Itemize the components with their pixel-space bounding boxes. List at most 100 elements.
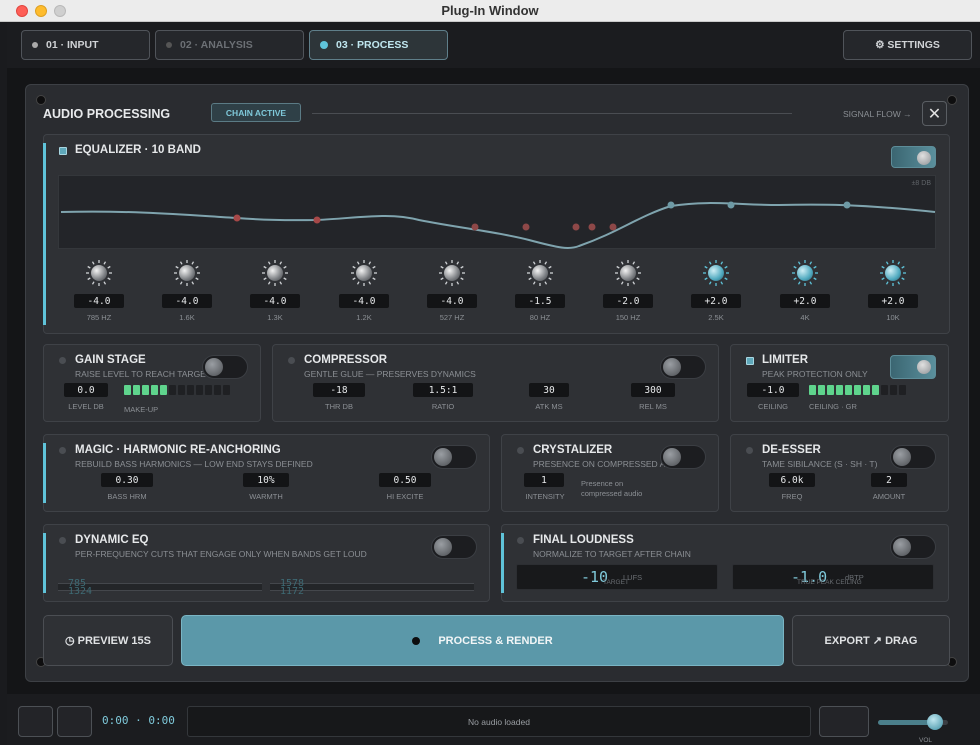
eq-band-knob[interactable] [438,259,466,287]
warmth-input[interactable]: 10% [243,473,289,487]
gain-stage-module: GAIN STAGE RAISE LEVEL TO REACH TARGET L… [43,344,261,422]
tab-input[interactable]: 01 · INPUT [21,30,150,60]
compressor-threshold-input[interactable]: -18 [313,383,365,397]
loudness-title: FINAL LOUDNESS [533,534,634,546]
eq-curve-graph[interactable]: ±8 DB [58,175,936,249]
deesser-amount-input[interactable]: 2 [871,473,907,487]
meter-segment [836,385,843,395]
knob-cap [620,265,636,281]
crystalizer-module: CRYSTALIZER PRESENCE ON COMPRESSED AUDIO… [501,434,719,512]
preview-button[interactable]: ◷ PREVIEW 15S [43,615,173,666]
process-render-label: PROCESS & RENDER [438,634,553,647]
limiter-meter-label: CEILING · GR [809,402,857,411]
transport-button[interactable] [18,706,53,737]
meter-segment [827,385,834,395]
eq-band-label: 2.5K [708,313,724,322]
tab-status-icon [320,41,328,49]
meter-segment [845,385,852,395]
eq-band-knob[interactable] [526,259,554,287]
eq-band-value[interactable]: +2.0 [780,294,830,308]
meter-segment [160,385,167,395]
magic-toggle[interactable] [431,445,477,469]
meter-segment [818,385,825,395]
plugin-app: 01 · INPUT 02 · ANALYSIS 03 · PROCESS ⚙ … [7,22,980,745]
gain-status-led [59,357,66,364]
eq-enable-toggle[interactable] [891,146,936,168]
window-title: Plug-In Window [441,3,539,18]
harmonic-reanchoring-module: MAGIC · HARMONIC RE-ANCHORING REBUILD BA… [43,434,490,512]
toggle-knob [663,448,681,466]
close-panel-button[interactable]: ✕ [922,101,947,126]
transport-button[interactable] [819,706,869,737]
magic-subtitle: REBUILD BASS HARMONICS — LOW END STAYS D… [75,459,313,469]
compressor-ratio-input[interactable]: 1.5:1 [413,383,473,397]
export-drag-button[interactable]: EXPORT ↗ DRAG [792,615,950,666]
compressor-status-led [288,357,295,364]
deesser-frequency-input[interactable]: 6.0k [769,473,815,487]
eq-band-knob[interactable] [350,259,378,287]
eq-enabled-checkbox[interactable] [59,147,67,155]
dyneq-subtitle: PER-FREQUENCY CUTS THAT ENGAGE ONLY WHEN… [75,549,367,559]
limiter-ceiling-label: CEILING [757,402,788,411]
dyneq-toggle[interactable] [431,535,477,559]
eq-band-label: 80 HZ [529,313,551,322]
true-peak-field[interactable]: -1.0 dBTP TRUE PEAK CEILING [732,564,934,590]
signal-flow-label: SIGNAL FLOW → [843,109,912,119]
compressor-release-input[interactable]: 300 [631,383,675,397]
toggle-knob [434,538,452,556]
settings-button[interactable]: ⚙ SETTINGS [843,30,972,60]
eq-band-value[interactable]: +2.0 [868,294,918,308]
crystalizer-note-line: Presence on [581,479,624,488]
eq-band-value[interactable]: -1.5 [515,294,565,308]
meter-segment [142,385,149,395]
meter-segment [178,385,185,395]
tab-label: 03 · PROCESS [336,39,409,51]
compressor-toggle[interactable] [660,355,706,379]
target-lufs-caption: TARGET [603,579,629,586]
magic-status-led [59,447,66,454]
hi-excite-input[interactable]: 0.50 [379,473,431,487]
eq-band-knob[interactable] [614,259,642,287]
eq-band-value[interactable]: +2.0 [691,294,741,308]
gain-level-input[interactable]: 0.0 [64,383,108,397]
eq-band-value[interactable]: -4.0 [250,294,300,308]
volume-knob[interactable] [927,714,943,730]
eq-band-knob[interactable] [791,259,819,287]
eq-band-value[interactable]: -4.0 [162,294,212,308]
crystalizer-title: CRYSTALIZER [533,444,613,456]
crystalizer-intensity-input[interactable]: 1 [524,473,564,487]
eq-band-value[interactable]: -4.0 [427,294,477,308]
volume-slider[interactable] [878,714,948,730]
eq-band-knob[interactable] [261,259,289,287]
target-lufs-field[interactable]: -10 LUFS TARGET [516,564,718,590]
crystalizer-toggle[interactable] [660,445,706,469]
eq-band-value[interactable]: -4.0 [339,294,389,308]
eq-band-knob[interactable] [702,259,730,287]
eq-band-knob[interactable] [85,259,113,287]
loudness-toggle[interactable] [890,535,936,559]
bass-harmonics-input[interactable]: 0.30 [101,473,153,487]
tab-status-icon [166,42,172,48]
tab-status-icon [32,42,38,48]
eq-band-knob[interactable] [173,259,201,287]
compressor-attack-input[interactable]: 30 [529,383,569,397]
gain-toggle[interactable] [202,355,248,379]
meter-segment [899,385,906,395]
gain-title: GAIN STAGE [75,354,146,366]
tab-process[interactable]: 03 · PROCESS [309,30,448,60]
eq-band-value[interactable]: -4.0 [74,294,124,308]
limiter-enabled-checkbox[interactable] [746,357,754,365]
limiter-ceiling-input[interactable]: -1.0 [747,383,799,397]
deesser-frequency-label: FREQ [781,492,803,501]
eq-band-knob[interactable] [879,259,907,287]
process-render-button[interactable]: PROCESS & RENDER [181,615,784,666]
hi-excite-label: HI EXCITE [386,492,424,501]
toggle-knob [434,448,452,466]
eq-band-value[interactable]: -2.0 [603,294,653,308]
transport-button[interactable] [57,706,92,737]
tab-analysis[interactable]: 02 · ANALYSIS [155,30,304,60]
knob-cap [91,265,107,281]
deesser-toggle[interactable] [890,445,936,469]
eq-band-label: 1.2K [356,313,372,322]
limiter-toggle[interactable] [890,355,936,379]
